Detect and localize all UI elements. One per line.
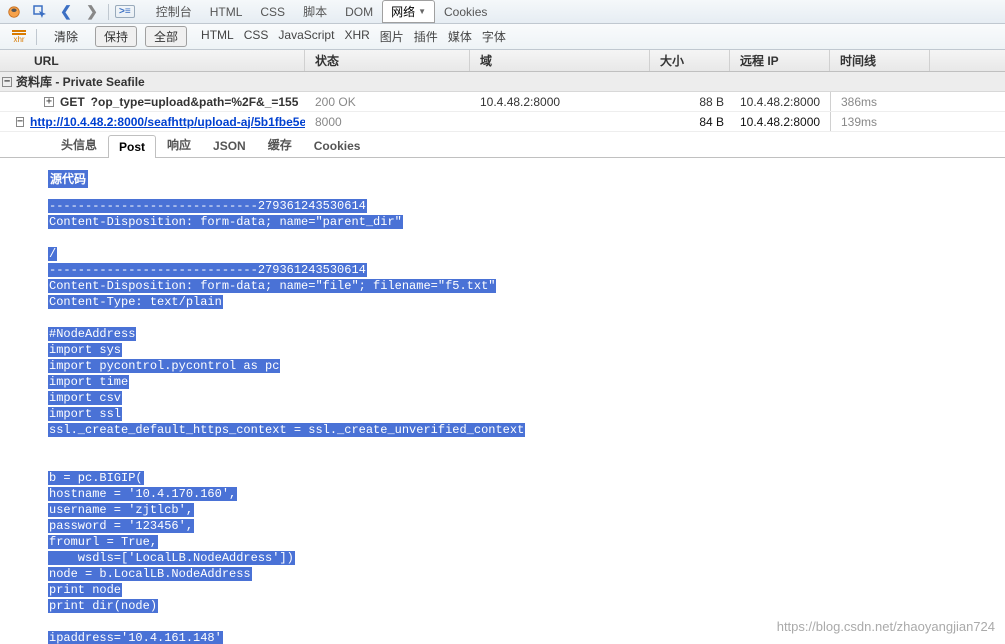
tab-script[interactable]: 脚本 — [294, 0, 336, 23]
inspect-icon[interactable] — [30, 2, 50, 22]
col-url[interactable]: URL — [0, 50, 305, 71]
tab-cookies[interactable]: Cookies — [435, 0, 496, 23]
request-remote-ip: 10.4.48.2:8000 — [730, 92, 830, 111]
request-status: 8000 — [305, 112, 470, 131]
request-time: 386ms — [830, 92, 930, 111]
forward-button[interactable]: ❯ — [82, 2, 102, 22]
post-source-panel: 源代码 -----------------------------2793612… — [0, 158, 1005, 644]
col-remote-ip[interactable]: 远程 IP — [730, 50, 830, 71]
collapse-icon[interactable]: − — [16, 117, 24, 127]
detail-tab-headers[interactable]: 头信息 — [50, 131, 108, 157]
chevron-down-icon[interactable]: ▼ — [418, 7, 426, 16]
request-size: 88 B — [650, 92, 730, 111]
detail-tab-json[interactable]: JSON — [202, 134, 257, 157]
detail-tab-post[interactable]: Post — [108, 135, 156, 158]
filter-media[interactable]: 媒体 — [448, 28, 472, 45]
filter-html[interactable]: HTML — [201, 28, 234, 45]
request-status: 200 OK — [305, 92, 470, 111]
xhr-break-icon[interactable]: xhr — [10, 30, 28, 44]
group-row[interactable]: − 资料库 - Private Seafile — [0, 72, 1005, 92]
request-url: ?op_type=upload&path=%2F&_=155 — [91, 95, 299, 109]
filter-menu: HTML CSS JavaScript XHR 图片 插件 媒体 字体 — [201, 28, 506, 45]
request-method: GET — [60, 95, 85, 109]
main-toolbar: ❮ ❯ >≡ 控制台 HTML CSS 脚本 DOM 网络▼ Cookies — [0, 0, 1005, 24]
request-url[interactable]: http://10.4.48.2:8000/seafhttp/upload-aj… — [30, 115, 305, 129]
source-code[interactable]: -----------------------------27936124353… — [48, 198, 993, 644]
persist-button[interactable]: 保持 — [95, 26, 137, 47]
filter-fonts[interactable]: 字体 — [482, 28, 506, 45]
firebug-icon[interactable] — [4, 2, 24, 22]
request-row[interactable]: + GET ?op_type=upload&path=%2F&_=155 200… — [0, 92, 1005, 112]
watermark: https://blog.csdn.net/zhaoyangjian724 — [777, 619, 995, 634]
panel-tabs: 控制台 HTML CSS 脚本 DOM 网络▼ Cookies — [147, 0, 497, 23]
tab-css[interactable]: CSS — [251, 0, 294, 23]
col-domain[interactable]: 域 — [470, 50, 650, 71]
tab-dom[interactable]: DOM — [336, 0, 382, 23]
clear-button[interactable]: 清除 — [45, 26, 87, 47]
request-domain — [470, 112, 650, 131]
back-button[interactable]: ❮ — [56, 2, 76, 22]
detail-tab-response[interactable]: 响应 — [156, 131, 202, 157]
tab-network[interactable]: 网络▼ — [382, 0, 435, 23]
filter-images[interactable]: 图片 — [380, 28, 404, 45]
request-time: 139ms — [830, 112, 930, 131]
filter-xhr[interactable]: XHR — [344, 28, 369, 45]
col-timeline[interactable]: 时间线 — [830, 50, 930, 71]
request-row[interactable]: − http://10.4.48.2:8000/seafhttp/upload-… — [0, 112, 1005, 132]
filter-css[interactable]: CSS — [244, 28, 269, 45]
filter-plugins[interactable]: 插件 — [414, 28, 438, 45]
detail-tab-cookies[interactable]: Cookies — [303, 134, 372, 157]
network-column-headers: URL 状态 域 大小 远程 IP 时间线 — [0, 50, 1005, 72]
source-heading: 源代码 — [48, 170, 88, 188]
tab-console[interactable]: 控制台 — [147, 0, 201, 23]
expand-icon[interactable]: + — [44, 97, 54, 107]
request-size: 84 B — [650, 112, 730, 131]
detail-tabs: 头信息 Post 响应 JSON 缓存 Cookies — [0, 132, 1005, 158]
group-label: 资料库 - Private Seafile — [16, 73, 145, 90]
col-size[interactable]: 大小 — [650, 50, 730, 71]
filter-all-button[interactable]: 全部 — [145, 26, 187, 47]
filter-js[interactable]: JavaScript — [278, 28, 334, 45]
detail-tab-cache[interactable]: 缓存 — [257, 131, 303, 157]
filter-toolbar: xhr 清除 保持 全部 HTML CSS JavaScript XHR 图片 … — [0, 24, 1005, 50]
collapse-icon[interactable]: − — [2, 77, 12, 87]
tab-html[interactable]: HTML — [201, 0, 252, 23]
request-domain: 10.4.48.2:8000 — [470, 92, 650, 111]
console-toggle-icon[interactable]: >≡ — [115, 5, 135, 18]
request-remote-ip: 10.4.48.2:8000 — [730, 112, 830, 131]
col-status[interactable]: 状态 — [305, 50, 470, 71]
